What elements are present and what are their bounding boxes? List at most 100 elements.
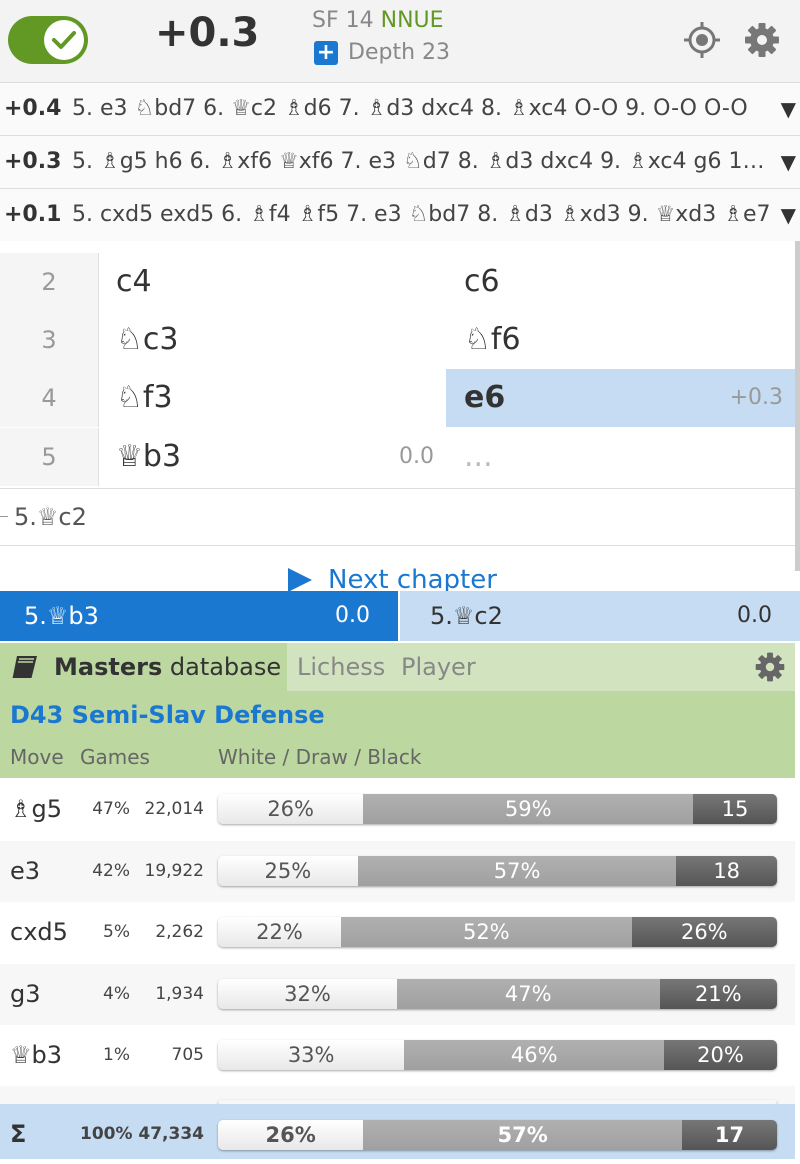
white-move[interactable]: ♘f3	[98, 369, 446, 427]
explorer-row[interactable]: cxd5 5% 2,262 22% 52% 26%	[0, 902, 795, 963]
explorer-move-percent: 4%	[103, 984, 130, 1004]
draw-segment: 47%	[396, 979, 660, 1009]
move-san: ♘f6	[464, 322, 521, 357]
pv-eval: +0.3	[4, 149, 62, 174]
check-icon	[52, 31, 76, 49]
expand-arrow-icon[interactable]: ▼	[781, 136, 796, 188]
pv-moves[interactable]: 5. cxd5 exd5 6. ♗f4 ♗f5 7. e3 ♘bd7 8. ♗d…	[72, 189, 777, 241]
fork-eval: 0.0	[737, 603, 772, 628]
result-bar: 22% 52% 26%	[218, 917, 777, 947]
move-eval: +0.3	[729, 385, 783, 410]
tab-database-label: database	[169, 653, 282, 681]
tab-lichess[interactable]: Lichess	[297, 643, 385, 691]
pv-eval: +0.1	[4, 202, 62, 227]
explorer-games-count: 1,934	[155, 984, 204, 1004]
move-list-scrollbar[interactable]	[795, 241, 800, 571]
opening-name[interactable]: D43 Semi-Slav Defense	[10, 701, 325, 729]
explorer-move-percent: 47%	[92, 799, 130, 819]
result-bar: 32% 47% 21%	[218, 979, 777, 1009]
pv-moves[interactable]: 5. e3 ♘bd7 6. ♕c2 ♗d6 7. ♗d3 dxc4 8. ♗xc…	[72, 83, 777, 135]
move-row: 5 ♕b3 0.0 ...	[0, 428, 795, 486]
move-san: ♘c3	[116, 322, 179, 357]
depth-row: + Depth 23	[314, 40, 450, 65]
move-number: 5	[0, 428, 99, 486]
engine-toggle[interactable]	[8, 16, 88, 64]
move-row: 3 ♘c3 ♘f6	[0, 311, 795, 369]
explorer-move: ♗g5	[10, 795, 63, 823]
explorer-games-count: 2,262	[155, 922, 204, 942]
explorer-games-count: 22,014	[144, 799, 204, 819]
target-icon[interactable]	[682, 20, 722, 60]
explorer-tabs: Masters database Lichess Player	[0, 643, 795, 691]
white-win-segment: 26%	[218, 794, 364, 824]
explorer-games-count: 705	[171, 1045, 204, 1065]
explorer-move: cxd5	[10, 918, 68, 946]
pv-moves[interactable]: 5. ♗g5 h6 6. ♗xf6 ♕xf6 7. e3 ♘d7 8. ♗d3 …	[72, 136, 777, 188]
result-bar: 26% 57% 17	[218, 1120, 777, 1150]
black-move[interactable]: ♘f6	[446, 311, 795, 369]
explorer-move: e3	[10, 857, 41, 885]
move-row: 4 ♘f3 e6 +0.3	[0, 369, 795, 427]
plus-icon[interactable]: +	[314, 40, 338, 65]
black-win-segment: 17	[681, 1120, 777, 1150]
sum-icon: Σ	[10, 1120, 27, 1148]
engine-name-label: SF 14	[312, 8, 374, 33]
engine-header: +0.3 SF 14 NNUE + Depth 23	[0, 0, 800, 83]
expand-arrow-icon[interactable]: ▼	[781, 189, 796, 241]
explorer-row[interactable]: ♗g5 47% 22,014 26% 59% 15	[0, 779, 795, 840]
move-list: 2 c4 c6 3 ♘c3 ♘f6 4 ♘f3 e6 +0.3 5 ♕b3 0.…	[0, 241, 795, 488]
move-san: c4	[116, 264, 152, 299]
column-header-move: Move	[10, 745, 64, 769]
tab-masters-database[interactable]: Masters database	[0, 643, 287, 691]
black-move[interactable]: c6	[446, 253, 795, 311]
tab-player[interactable]: Player	[401, 643, 476, 691]
draw-segment: 52%	[340, 917, 632, 947]
fork-move: 5.♕b3	[24, 602, 99, 630]
black-win-segment: 18	[676, 856, 777, 886]
explorer-row[interactable]: ♕b3 1% 705 33% 46% 20%	[0, 1025, 795, 1086]
variation-move[interactable]: 5.♕c2	[14, 489, 87, 545]
explorer-move: g3	[10, 980, 41, 1008]
variation-dash	[0, 516, 8, 517]
explorer-row[interactable]: e3 42% 19,922 25% 57% 18	[0, 841, 795, 902]
white-move[interactable]: ♘c3	[98, 311, 446, 369]
pv-eval: +0.4	[4, 96, 62, 121]
pv-line[interactable]: +0.1 5. cxd5 exd5 6. ♗f4 ♗f5 7. e3 ♘bd7 …	[0, 189, 800, 242]
white-move[interactable]: c4	[98, 253, 446, 311]
move-number: 2	[0, 253, 99, 311]
white-win-segment: 33%	[218, 1040, 405, 1070]
pv-line[interactable]: +0.4 5. e3 ♘bd7 6. ♕c2 ♗d6 7. ♗d3 dxc4 8…	[0, 83, 800, 136]
move-number: 4	[0, 369, 99, 427]
explorer-move-percent: 1%	[103, 1045, 130, 1065]
pv-line[interactable]: +0.3 5. ♗g5 h6 6. ♗xf6 ♕xf6 7. e3 ♘d7 8.…	[0, 136, 800, 189]
expand-arrow-icon[interactable]: ▼	[781, 83, 796, 135]
explorer-row-partial[interactable]	[0, 1086, 795, 1104]
fork-option-selected[interactable]: 5.♕b3 0.0	[0, 591, 398, 641]
black-move-empty: ...	[446, 428, 795, 486]
move-san: e6	[464, 380, 506, 415]
opening-explorer-header: Masters database Lichess Player D43 Semi…	[0, 643, 795, 778]
white-move[interactable]: ♕b3 0.0	[98, 428, 446, 486]
fork-move: 5.♕c2	[430, 602, 503, 630]
fork-option[interactable]: 5.♕c2 0.0	[400, 591, 800, 641]
result-bar: 26% 59% 15	[218, 794, 777, 824]
move-san: ...	[464, 439, 493, 474]
gear-icon[interactable]	[754, 651, 786, 683]
toggle-knob[interactable]	[44, 20, 84, 60]
draw-segment: 46%	[404, 1040, 665, 1070]
gear-icon[interactable]	[742, 20, 782, 60]
draw-segment: 57%	[357, 856, 677, 886]
variation-line[interactable]: 5.♕c2	[0, 488, 795, 546]
black-win-segment: 15	[693, 794, 777, 824]
explorer-row[interactable]: g3 4% 1,934 32% 47% 21%	[0, 964, 795, 1025]
draw-segment: 59%	[363, 794, 694, 824]
explorer-move-percent: 42%	[92, 861, 130, 881]
black-win-segment: 26%	[631, 917, 777, 947]
move-eval: 0.0	[399, 444, 434, 469]
black-move-active[interactable]: e6 +0.3	[446, 369, 795, 427]
explorer-move: ♕b3	[10, 1041, 63, 1069]
tab-masters-label: Masters	[54, 653, 163, 681]
explorer-total-percent: 100%	[80, 1124, 133, 1144]
white-win-segment: 32%	[218, 979, 397, 1009]
play-icon	[288, 568, 312, 592]
